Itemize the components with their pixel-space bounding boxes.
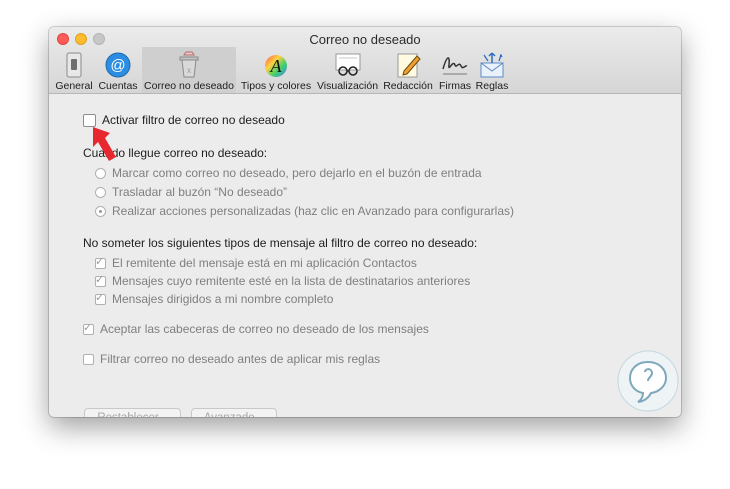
radio-button[interactable] — [95, 167, 106, 179]
svg-text:x: x — [187, 66, 191, 75]
tab-fonts-colors[interactable]: A Tipos y colores — [238, 47, 314, 93]
tab-general[interactable]: General — [55, 47, 93, 93]
font-color-icon: A — [265, 55, 287, 77]
option-custom-actions[interactable]: Realizar acciones personalizadas (haz cl… — [95, 204, 514, 218]
preferences-window: Correo no deseado General @ Cuentas x Co… — [49, 27, 681, 417]
signature-icon — [442, 57, 468, 75]
junk-mail-settings: Activar filtro de correo no deseado Cuan… — [49, 94, 681, 417]
checkbox-label: Mensajes dirigidos a mi nombre completo — [112, 292, 334, 306]
checkmark-icon: ✓ — [95, 273, 105, 286]
tab-label: Cuentas — [98, 80, 138, 92]
exempt-contacts-row[interactable]: ✓ El remitente del mensaje está en mi ap… — [95, 256, 417, 270]
tab-junk-mail[interactable]: x Correo no deseado — [142, 47, 236, 93]
speech-bubble-logo-icon — [617, 350, 679, 412]
tab-label: Visualización — [316, 80, 379, 92]
exempt-heading: No someter los siguientes tipos de mensa… — [83, 236, 478, 250]
tab-viewing[interactable]: Visualización — [316, 47, 379, 93]
checkmark-icon: ✓ — [95, 291, 105, 304]
radio-label: Marcar como correo no deseado, pero deja… — [112, 166, 482, 180]
tab-label: General — [55, 80, 93, 92]
checkbox-label: Filtrar correo no deseado antes de aplic… — [100, 352, 381, 366]
tab-signatures[interactable]: Firmas — [437, 47, 473, 93]
advanced-button[interactable]: Avanzado... — [191, 408, 277, 417]
title-bar: Correo no deseado General @ Cuentas x Co… — [49, 27, 681, 94]
radio-button[interactable] — [95, 186, 106, 198]
filter-before-rules-row[interactable]: Filtrar correo no deseado antes de aplic… — [83, 352, 380, 366]
radio-button[interactable] — [95, 205, 106, 217]
glasses-icon — [335, 53, 360, 76]
switch-icon — [66, 52, 82, 78]
checkmark-icon: ✓ — [83, 321, 93, 334]
envelope-arrows-icon — [480, 52, 504, 78]
checkbox[interactable]: ✓ — [83, 321, 94, 335]
checkmark-icon: ✓ — [95, 255, 105, 268]
checkbox[interactable]: ✓ — [95, 273, 106, 287]
tab-rules[interactable]: Reglas — [475, 47, 509, 93]
tab-label: Correo no deseado — [144, 80, 234, 92]
tab-label: Reglas — [475, 80, 509, 92]
exempt-full-name-row[interactable]: ✓ Mensajes dirigidos a mi nombre complet… — [95, 292, 333, 306]
tab-composing[interactable]: Redacción — [381, 47, 435, 93]
checkbox[interactable]: ✓ — [95, 255, 106, 269]
option-mark-junk[interactable]: Marcar como correo no deseado, pero deja… — [95, 166, 482, 180]
svg-text:A: A — [270, 56, 283, 76]
reset-button[interactable]: Restablecer... — [84, 408, 181, 417]
checkbox-label: Mensajes cuyo remitente esté en la lista… — [112, 274, 471, 288]
pencil-pad-icon — [397, 53, 421, 78]
trash-can-icon: x — [179, 51, 199, 78]
exempt-previous-recipients-row[interactable]: ✓ Mensajes cuyo remitente esté en la lis… — [95, 274, 470, 288]
trust-headers-row[interactable]: ✓ Aceptar las cabeceras de correo no des… — [83, 322, 429, 336]
tab-label: Tipos y colores — [240, 80, 312, 92]
svg-text:@: @ — [110, 57, 125, 74]
checkbox[interactable]: ✓ — [95, 291, 106, 305]
enable-filter-label: Activar filtro de correo no deseado — [102, 113, 285, 127]
option-move-to-junk[interactable]: Trasladar al buzón “No deseado” — [95, 185, 287, 199]
radio-label: Realizar acciones personalizadas (haz cl… — [112, 204, 514, 218]
window-title: Correo no deseado — [309, 32, 421, 47]
tab-accounts[interactable]: @ Cuentas — [95, 47, 141, 93]
red-arrow-icon — [93, 127, 116, 161]
tab-label: Firmas — [438, 80, 472, 92]
checkbox[interactable] — [83, 353, 94, 365]
radio-label: Trasladar al buzón “No deseado” — [112, 185, 287, 199]
at-sign-icon: @ — [105, 52, 131, 78]
tab-label: Redacción — [383, 80, 433, 92]
checkbox-label: El remitente del mensaje está en mi apli… — [112, 256, 417, 270]
checkbox-label: Aceptar las cabeceras de correo no desea… — [100, 322, 429, 336]
radio-selected-dot — [99, 209, 102, 213]
